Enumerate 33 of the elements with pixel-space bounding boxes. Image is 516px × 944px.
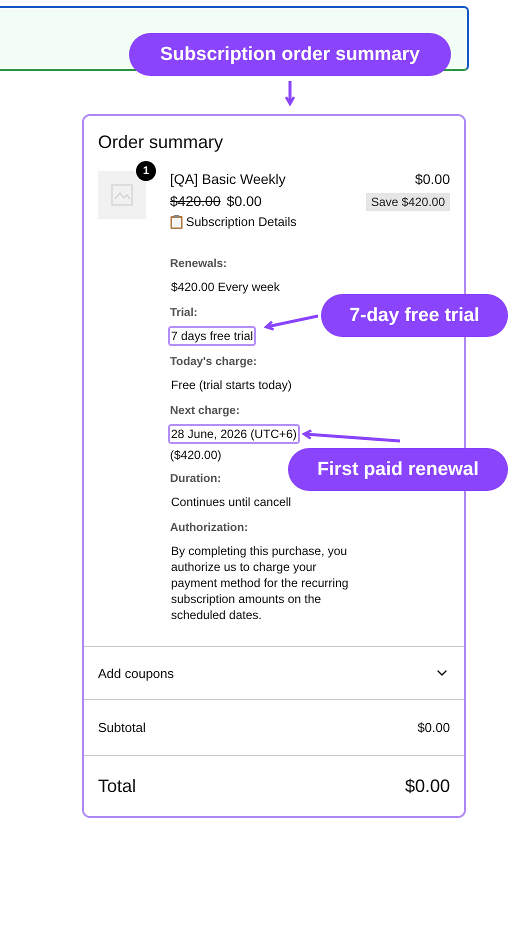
detail-value: $420.00 Every week [170,279,281,296]
detail-label: Authorization: [170,521,248,536]
detail-label: Today's charge: [170,355,257,370]
sale-price: $0.00 [226,193,262,209]
detail-label: Duration: [170,472,222,487]
pointer-arrow [264,314,318,331]
clipboard-icon [170,215,183,229]
card-title: Order summary [98,132,224,153]
detail-label: Trial: [170,306,198,321]
down-arrow [284,81,296,106]
highlighted-detail-value: 7 days free trial [168,326,256,346]
original-price: $420.00 [170,193,221,209]
annotation-callout: 7-day free trial [321,294,508,337]
total-label: Total [98,776,136,796]
annotation-callout: Subscription order summary [129,33,451,76]
savings-tag: Save $420.00 [366,193,450,211]
subtotal-value: $0.00 [417,720,450,735]
annotation-callout: First paid renewal [288,448,508,491]
highlighted-detail-value: 28 June, 2026 (UTC+6) [168,424,300,444]
detail-value: By completing this purchase, you authorize us to charge your payment method for the recurring subscription amounts on the scheduled dates. [170,543,350,624]
detail-value: Continues until cancell [170,494,292,511]
subtotal-label: Subtotal [98,720,146,735]
image-icon [111,184,133,206]
total-value: $0.00 [404,776,450,796]
detail-label: Renewals: [170,257,227,272]
detail-value: ($420.00) [170,447,222,464]
product-name: [QA] Basic Weekly [170,171,286,187]
quantity-badge: 1 [136,161,156,181]
detail-label: Next charge: [170,404,240,419]
subscription-details: Subscription Details [170,215,296,229]
add-coupons-toggle[interactable]: Add coupons [98,665,450,681]
product-price: $0.00 [414,171,450,187]
detail-value: Free (trial starts today) [170,377,293,394]
